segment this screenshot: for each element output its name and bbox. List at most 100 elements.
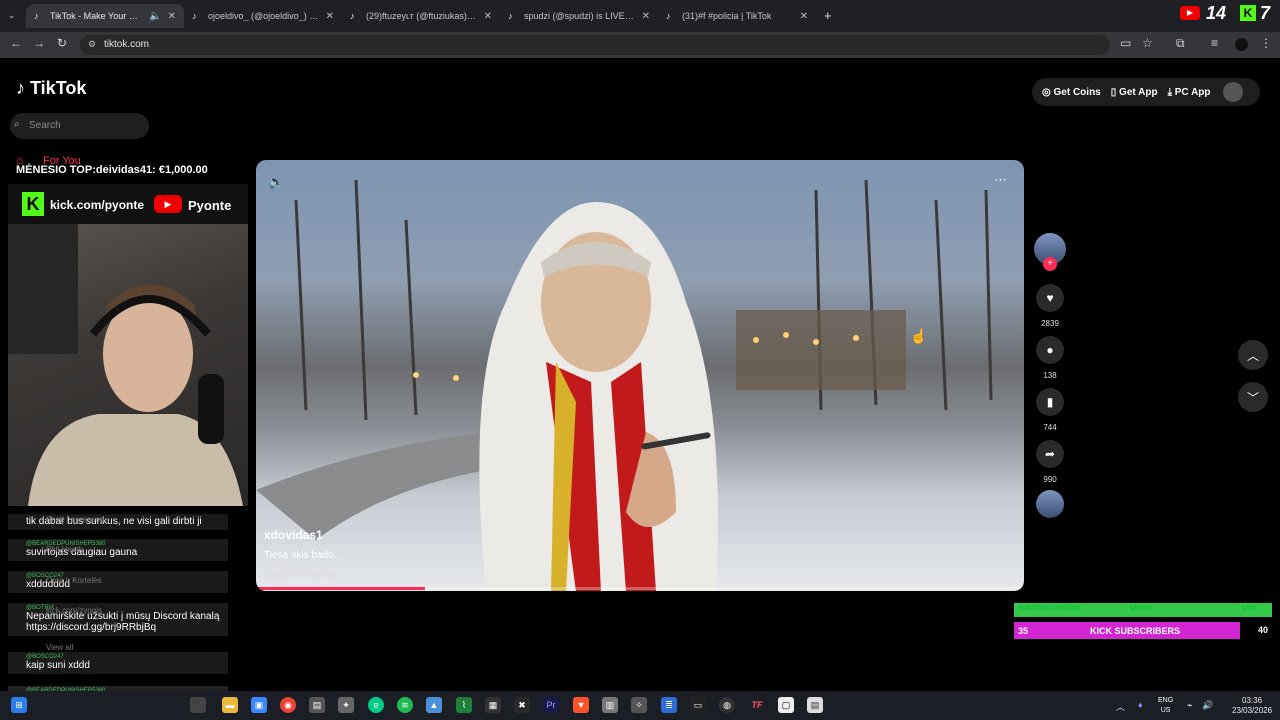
get-coins-button[interactable]: ◎ Get Coins: [1042, 87, 1101, 98]
ghost-item: Oma ir Kortelės: [46, 576, 102, 585]
app-icon[interactable]: ▦: [485, 697, 501, 713]
search-icon: ⌕: [14, 119, 20, 130]
tiktok-favicon-icon: ♪: [34, 11, 39, 21]
mouse-cursor-icon: ☝: [910, 328, 928, 344]
obs-icon[interactable]: ◍: [719, 697, 735, 713]
store-icon[interactable]: ▣: [251, 697, 267, 713]
app-icon[interactable]: ✖: [514, 697, 530, 713]
media-controls-icon[interactable]: ≡: [1211, 36, 1218, 50]
chrome-icon[interactable]: ◉: [280, 697, 296, 713]
monthly-top-donor: MĖNESIO TOP:deividas41: €1,000.00: [16, 164, 208, 176]
profile-avatar[interactable]: [1235, 38, 1248, 51]
back-arrow-icon[interactable]: ←: [10, 36, 22, 50]
task-view-icon[interactable]: [190, 697, 206, 713]
tab-search-icon[interactable]: ⌄: [8, 10, 16, 21]
tab-close-icon[interactable]: ✕: [800, 11, 808, 22]
subathon-bar: SUBATONO PRADŽIA! €892.00 €300: [1014, 603, 1272, 617]
tiktok-favicon-icon: ♪: [666, 11, 671, 21]
mute-icon[interactable]: 🔈: [268, 174, 284, 190]
terminal-icon[interactable]: ▭: [690, 697, 706, 713]
extensions-icon[interactable]: ⧉: [1176, 36, 1185, 51]
video-progress-bar[interactable]: [256, 587, 1024, 590]
app-icon[interactable]: ✦: [338, 697, 354, 713]
app-icon[interactable]: ▤: [807, 697, 823, 713]
tab-close-icon[interactable]: ✕: [484, 11, 492, 22]
download-icon: ⤓: [1167, 86, 1172, 98]
get-app-button[interactable]: ▯ Get App: [1111, 87, 1158, 98]
tab-close-icon[interactable]: ✕: [168, 11, 176, 22]
video-more-icon[interactable]: ⋯: [994, 172, 1007, 188]
brave-icon[interactable]: ▼: [573, 697, 589, 713]
like-button[interactable]: ♥: [1036, 284, 1064, 312]
kick-logo-icon: K: [22, 192, 44, 216]
tray-chevron-icon[interactable]: ︿: [1116, 700, 1125, 713]
ghost-user: Scott Laurenson: [46, 515, 105, 524]
volume-icon[interactable]: 🔊: [1202, 700, 1213, 711]
tab-spudzi[interactable]: ♪ spudzi (@spudzi) is LIVE - TikTok ✕: [500, 4, 658, 28]
file-explorer-icon[interactable]: ▬: [222, 697, 238, 713]
pc-app-button[interactable]: ⤓ PC App: [1168, 87, 1211, 98]
search-input[interactable]: Search: [10, 113, 149, 139]
chevron-down-icon: ﹀: [1246, 390, 1259, 405]
notepad-icon[interactable]: ≣: [661, 697, 677, 713]
save-count: 744: [1043, 423, 1057, 432]
chat-message: tik dabar bus sunkus, ne visi gali dirbt…: [8, 514, 228, 530]
bookmark-star-icon[interactable]: ☆: [1142, 36, 1153, 50]
install-app-icon[interactable]: ▭: [1120, 36, 1131, 50]
windows-start-icon[interactable]: ⊞: [11, 697, 27, 713]
person-figure: [479, 202, 718, 591]
edge-icon[interactable]: e: [368, 697, 384, 713]
site-info-icon[interactable]: ⚙: [88, 39, 96, 50]
tab-ftuziukas[interactable]: ♪ (29)ftuzeyʟт (@ftuziukas) | TikTok ✕: [342, 4, 500, 28]
video-username[interactable]: xdovidas1: [264, 528, 323, 542]
app-icon[interactable]: ▥: [602, 697, 618, 713]
tab-policia[interactable]: ♪ (31)#f #policia | TikTok ✕: [658, 4, 816, 28]
follow-plus-icon[interactable]: +: [1043, 257, 1057, 271]
stream-counter: 14: [1206, 3, 1227, 23]
chevron-up-icon: ︿: [1246, 348, 1259, 363]
microphone-icon[interactable]: ♦: [1138, 700, 1143, 710]
app-icon[interactable]: TF: [749, 697, 765, 713]
tab-tiktok-home[interactable]: ♪ TikTok - Make Your Day 🔈 ✕: [26, 4, 184, 28]
next-video-button[interactable]: ﹀: [1238, 382, 1268, 412]
stream-socials-bar: K kick.com/pyonte ▶ Pyonte: [8, 184, 248, 224]
tab-ojoeldivo[interactable]: ♪ ojoeldivo_ (@ojoeldivo_) | TikTok ✕: [184, 4, 342, 28]
stream-counter-2: 7: [1260, 3, 1271, 23]
like-count: 2839: [1041, 319, 1059, 328]
share-count: 990: [1043, 475, 1057, 484]
music-disc[interactable]: [1036, 490, 1064, 518]
new-tab-button[interactable]: +: [824, 8, 832, 23]
reload-icon[interactable]: ↻: [57, 36, 67, 50]
user-avatar[interactable]: [1222, 82, 1243, 102]
tiktok-logo[interactable]: ♪ TikTok: [16, 78, 86, 99]
share-button[interactable]: ➦: [1036, 440, 1064, 468]
ghost-item: kick.com/zyggis: [46, 606, 103, 615]
see-translation-link[interactable]: See translation: [264, 569, 336, 580]
app-icon[interactable]: ⌇: [456, 697, 472, 713]
tiktok-favicon-icon: ♪: [192, 11, 197, 21]
system-clock[interactable]: 03:36 23/03/2026: [1232, 696, 1272, 716]
tab-close-icon[interactable]: ✕: [642, 11, 650, 22]
ghost-item: View all: [46, 643, 74, 652]
tiktok-favicon-icon: ♪: [508, 11, 513, 21]
network-icon[interactable]: ⌁: [1187, 700, 1192, 711]
video-player[interactable]: 🔈 ⋯ xdovidas1 Tiesa akis bado.. See tran…: [256, 160, 1024, 591]
premiere-icon[interactable]: Pr: [543, 697, 559, 713]
photos-icon[interactable]: ▲: [426, 697, 442, 713]
streamer-figure: [8, 224, 243, 506]
comment-button[interactable]: ●: [1036, 336, 1064, 364]
language-indicator[interactable]: ENG US: [1158, 696, 1173, 716]
phone-icon: ▯: [1110, 86, 1117, 98]
tab-close-icon[interactable]: ✕: [326, 11, 334, 22]
tab-mute-icon[interactable]: 🔈: [149, 11, 161, 22]
app-icon[interactable]: ✧: [631, 697, 647, 713]
app-icon[interactable]: ▤: [309, 697, 325, 713]
previous-video-button[interactable]: ︿: [1238, 340, 1268, 370]
spotify-icon[interactable]: ≋: [397, 697, 413, 713]
browser-menu-icon[interactable]: ⋮: [1260, 36, 1272, 50]
address-bar[interactable]: tiktok.com: [80, 35, 1110, 55]
save-button[interactable]: ▮: [1036, 388, 1064, 416]
heart-icon: ♥: [1046, 291, 1054, 305]
forward-arrow-icon[interactable]: →: [33, 36, 45, 50]
app-icon[interactable]: ▢: [778, 697, 794, 713]
